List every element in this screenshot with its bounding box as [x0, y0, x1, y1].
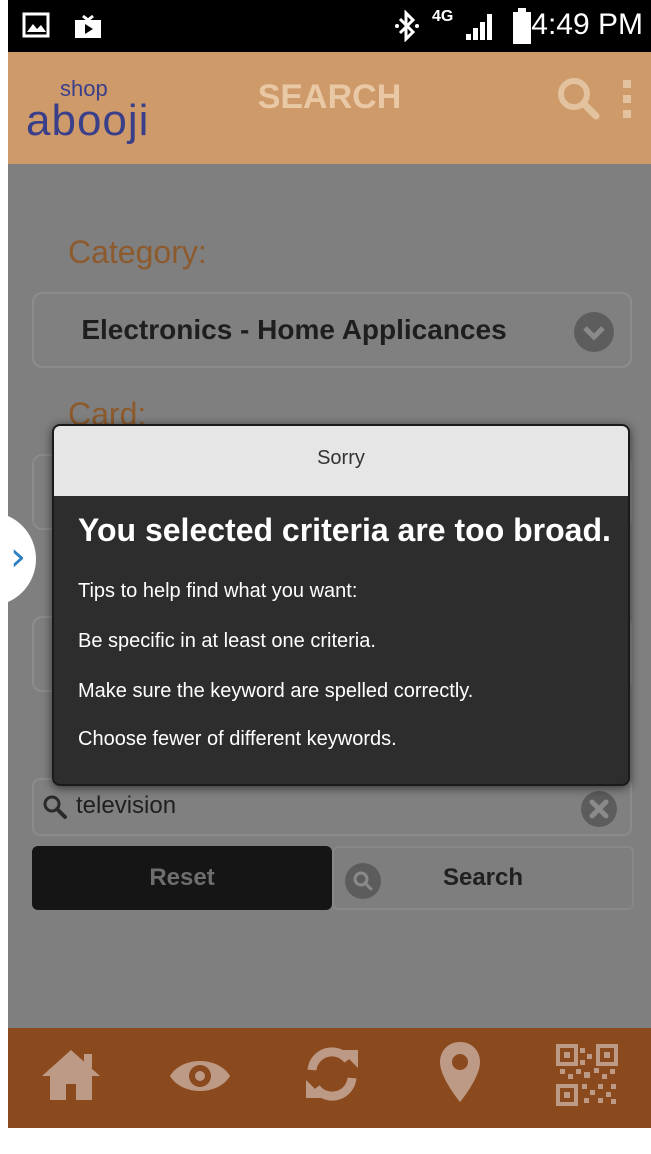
category-label: Category:	[68, 234, 207, 270]
chevron-right-icon: ›	[10, 534, 26, 580]
video-icon	[72, 12, 104, 45]
bottom-edge	[8, 1128, 651, 1154]
error-dialog[interactable]: Sorry You selected criteria are too broa…	[52, 424, 630, 786]
status-bar: 4G 4:49 PM	[8, 0, 651, 52]
clear-icon[interactable]	[580, 790, 618, 833]
category-select[interactable]: Electronics - Home Applicances	[32, 292, 632, 368]
search-icon	[42, 794, 68, 825]
search-input[interactable]: television	[32, 778, 632, 836]
dialog-tip: Choose fewer of different keywords.	[78, 728, 397, 750]
search-button-label: Search	[442, 864, 524, 891]
search-icon	[344, 862, 382, 923]
bottom-nav	[8, 1028, 651, 1128]
dialog-tip: Make sure the keyword are spelled correc…	[78, 680, 474, 702]
search-icon[interactable]	[556, 76, 600, 125]
battery-icon	[512, 8, 532, 49]
category-select-value: Electronics - Home Applicances	[81, 314, 507, 345]
dialog-title: You selected criteria are too broad.	[78, 512, 611, 548]
location-pin-icon[interactable]	[438, 1040, 482, 1111]
bluetooth-icon	[394, 9, 420, 47]
page-title: SEARCH	[257, 78, 402, 116]
app-header: shop abooji SEARCH	[8, 52, 651, 164]
refresh-icon[interactable]	[302, 1044, 362, 1109]
overflow-menu-icon[interactable]	[620, 80, 634, 125]
reset-button[interactable]: Reset	[32, 846, 332, 910]
eye-icon[interactable]	[168, 1054, 232, 1103]
dialog-header: Sorry	[54, 426, 628, 496]
gallery-icon	[22, 12, 50, 43]
signal-icon	[464, 10, 498, 47]
home-icon[interactable]	[38, 1044, 104, 1109]
dialog-tip: Be specific in at least one criteria.	[78, 630, 376, 652]
app-screen: 4G 4:49 PM shop abooji SEARCH Category: …	[8, 0, 651, 1154]
qr-code-icon[interactable]	[556, 1044, 618, 1111]
network-type: 4G	[432, 8, 454, 25]
search-button[interactable]: Search	[332, 846, 634, 910]
search-input-value: television	[76, 792, 177, 819]
chevron-down-icon	[574, 312, 614, 352]
clock: 4:49 PM	[531, 8, 643, 41]
dialog-tip: Tips to help find what you want:	[78, 580, 358, 602]
side-drawer-tab[interactable]: ›	[8, 512, 36, 606]
